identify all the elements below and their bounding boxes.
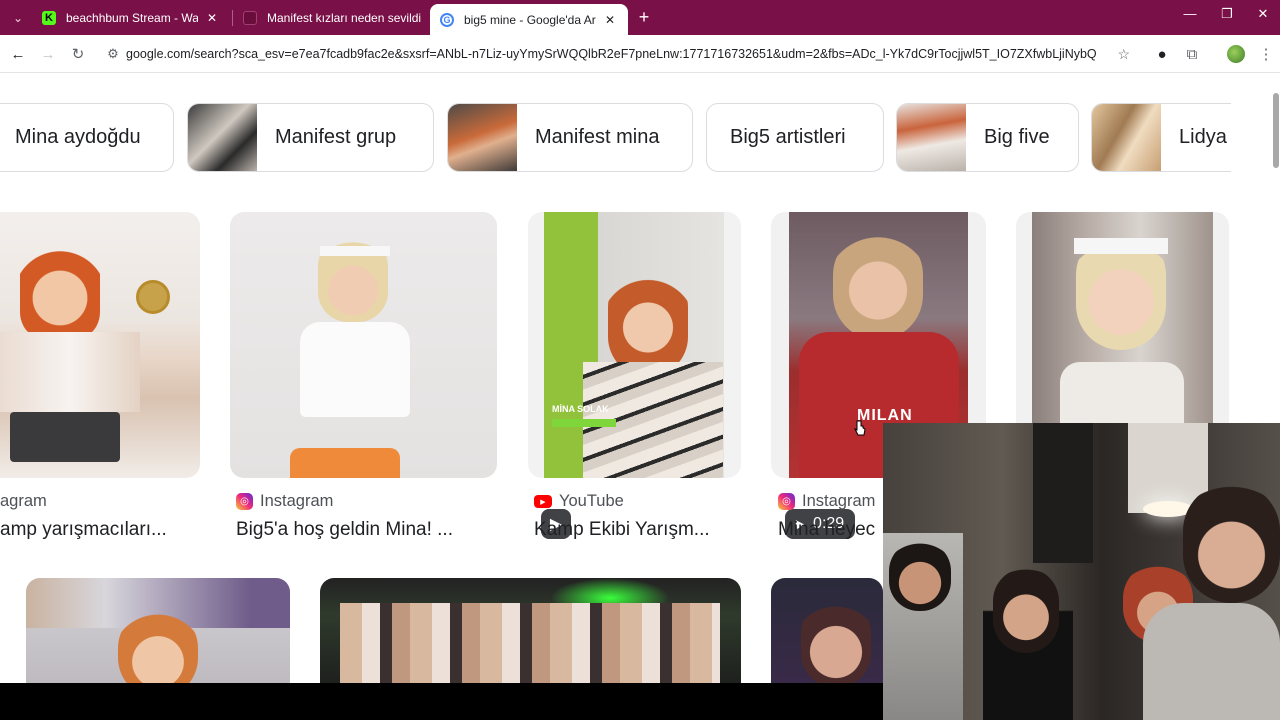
restore-icon[interactable]: ❐ (1212, 6, 1242, 22)
url-text[interactable]: google.com/search?sca_esv=e7ea7fcadb9fac… (126, 47, 1096, 61)
google-icon: G (440, 12, 454, 27)
incognito-icon[interactable]: ● (1150, 42, 1174, 66)
result-title[interactable]: amp yarışmacıları... (0, 519, 167, 541)
video-letterbox (0, 683, 883, 720)
chip-lidya[interactable]: Lidya (1091, 103, 1231, 172)
tab-strip: ⌄ K beachhbum Stream - Watch Liv ✕ Manif… (0, 0, 1280, 35)
result-source: ◎ Instagram (236, 492, 333, 511)
chip-big5-artistleri[interactable]: Big5 artistleri (706, 103, 884, 172)
menu-kebab-icon[interactable]: ⋮ (1254, 42, 1278, 66)
tab-beachhbum[interactable]: K beachhbum Stream - Watch Liv ✕ (32, 2, 230, 33)
reload-icon[interactable]: ↻ (66, 42, 90, 66)
result-source: ◎ Instagram (778, 492, 875, 511)
back-icon[interactable]: ← (6, 42, 30, 66)
forward-icon[interactable]: → (36, 42, 60, 66)
instagram-icon: ◎ (236, 493, 253, 510)
chip-thumbnail (448, 104, 517, 171)
bookmark-star-icon[interactable]: ☆ (1117, 46, 1130, 63)
chip-thumbnail (188, 104, 257, 171)
webcam-overlay (883, 423, 1280, 720)
tab-google-search[interactable]: G big5 mine - Google'da Ara ✕ (430, 4, 628, 35)
minimize-icon[interactable]: — (1175, 6, 1205, 21)
screen: ⌄ K beachhbum Stream - Watch Liv ✕ Manif… (0, 0, 1280, 720)
browser-toolbar: ← → ↻ ⚙ google.com/search?sca_esv=e7ea7f… (0, 35, 1280, 73)
result-image[interactable] (26, 578, 290, 698)
tab-search-chevron-icon[interactable]: ⌄ (8, 8, 28, 28)
result-title[interactable]: Kamp Ekibi Yarışm... (534, 519, 710, 541)
result-image[interactable]: MİNA SOLAK (528, 212, 741, 478)
result-image[interactable] (771, 578, 883, 698)
chip-thumbnail (1092, 104, 1161, 171)
site-info-icon[interactable]: ⚙ (100, 46, 126, 62)
result-source: agram (0, 492, 47, 510)
chip-manifest-grup[interactable]: Manifest grup (187, 103, 434, 172)
chip-big-five[interactable]: Big five (896, 103, 1079, 172)
result-image[interactable] (230, 212, 497, 478)
address-bar[interactable]: ⚙ google.com/search?sca_esv=e7ea7fcadb9f… (100, 40, 1140, 68)
chip-manifest-mina[interactable]: Manifest mina (447, 103, 693, 172)
result-title[interactable]: Big5'a hoş geldin Mina! ... (236, 519, 453, 541)
close-tab-icon[interactable]: ✕ (602, 13, 618, 27)
tab-manifest[interactable]: Manifest kızları neden sevildi? (233, 2, 431, 33)
close-tab-icon[interactable]: ✕ (204, 11, 220, 25)
close-window-icon[interactable]: ✕ (1248, 6, 1278, 22)
result-image[interactable] (0, 212, 200, 478)
result-image[interactable] (320, 578, 741, 698)
result-title[interactable]: Mina heyec (778, 519, 875, 541)
new-tab-button[interactable]: + (634, 7, 654, 27)
chip-mina-aydogdu[interactable]: Mina aydoğdu (0, 103, 174, 172)
instagram-icon: ◎ (778, 493, 795, 510)
mouse-cursor-icon (853, 420, 866, 438)
extensions-icon[interactable]: ⧉ (1180, 42, 1204, 66)
profile-avatar[interactable] (1224, 42, 1248, 66)
kick-icon: K (42, 10, 56, 25)
page-icon (243, 10, 257, 25)
chip-thumbnail (897, 104, 966, 171)
youtube-icon: ▶ (534, 495, 552, 508)
result-source: ▶ YouTube (534, 492, 624, 511)
